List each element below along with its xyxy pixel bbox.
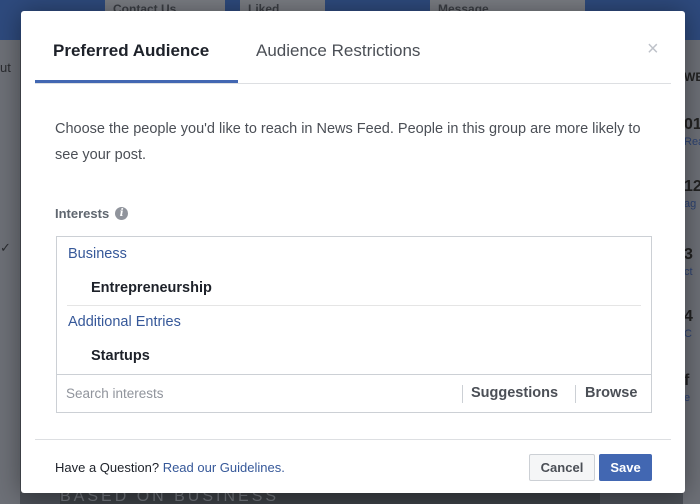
suggestions-button[interactable]: Suggestions bbox=[471, 385, 558, 401]
background-right-column: WE 01 Rea 12 ag 3 ct 4 C f e bbox=[683, 40, 700, 504]
active-tab-indicator bbox=[35, 80, 238, 83]
bg-right-text: 3 bbox=[684, 246, 693, 263]
bg-left-text: ut bbox=[0, 60, 11, 75]
bg-right-link: Rea bbox=[684, 136, 700, 148]
footer-divider bbox=[35, 439, 671, 440]
tab-bar: Preferred Audience Audience Restrictions bbox=[35, 11, 671, 84]
interest-item-entrepreneurship[interactable]: Entrepreneurship bbox=[91, 280, 212, 296]
interest-search-bar: Suggestions Browse bbox=[57, 374, 651, 412]
tab-preferred-audience[interactable]: Preferred Audience bbox=[53, 41, 209, 61]
bg-right-text: 4 bbox=[684, 308, 693, 325]
interests-label-row: Interests i bbox=[55, 206, 129, 221]
save-button[interactable]: Save bbox=[599, 454, 652, 481]
tab-audience-restrictions[interactable]: Audience Restrictions bbox=[256, 41, 420, 61]
close-icon[interactable]: × bbox=[647, 39, 659, 59]
interest-item-startups[interactable]: Startups bbox=[91, 348, 150, 364]
dialog-description: Choose the people you'd like to reach in… bbox=[55, 121, 641, 163]
interest-category-business[interactable]: Business bbox=[68, 246, 127, 262]
interests-box: Business Entrepreneurship Additional Ent… bbox=[56, 236, 652, 413]
background-left-column: ut ✓ bbox=[0, 40, 20, 504]
bg-right-link: ag bbox=[684, 198, 697, 210]
guidelines-link[interactable]: Read our Guidelines. bbox=[163, 460, 285, 475]
search-interests-input[interactable] bbox=[57, 375, 461, 412]
interests-label: Interests bbox=[55, 206, 110, 221]
divider bbox=[462, 385, 463, 403]
bg-right-text: WE bbox=[684, 70, 700, 84]
divider bbox=[575, 385, 576, 403]
bg-right-text: 01 bbox=[684, 116, 700, 133]
bg-right-text: 12 bbox=[684, 178, 700, 195]
help-question: Have a Question? bbox=[55, 460, 163, 475]
help-text: Have a Question? Read our Guidelines. bbox=[55, 460, 285, 475]
interest-category-additional-entries[interactable]: Additional Entries bbox=[68, 314, 181, 330]
audience-dialog: Preferred Audience Audience Restrictions… bbox=[21, 11, 685, 493]
bg-right-link: C bbox=[684, 328, 692, 340]
info-icon[interactable]: i bbox=[115, 207, 129, 220]
browse-button[interactable]: Browse bbox=[585, 385, 637, 401]
bg-left-check: ✓ bbox=[0, 240, 11, 255]
cancel-button[interactable]: Cancel bbox=[529, 454, 595, 481]
group-divider bbox=[67, 305, 641, 306]
bg-right-link: ct bbox=[684, 266, 693, 278]
